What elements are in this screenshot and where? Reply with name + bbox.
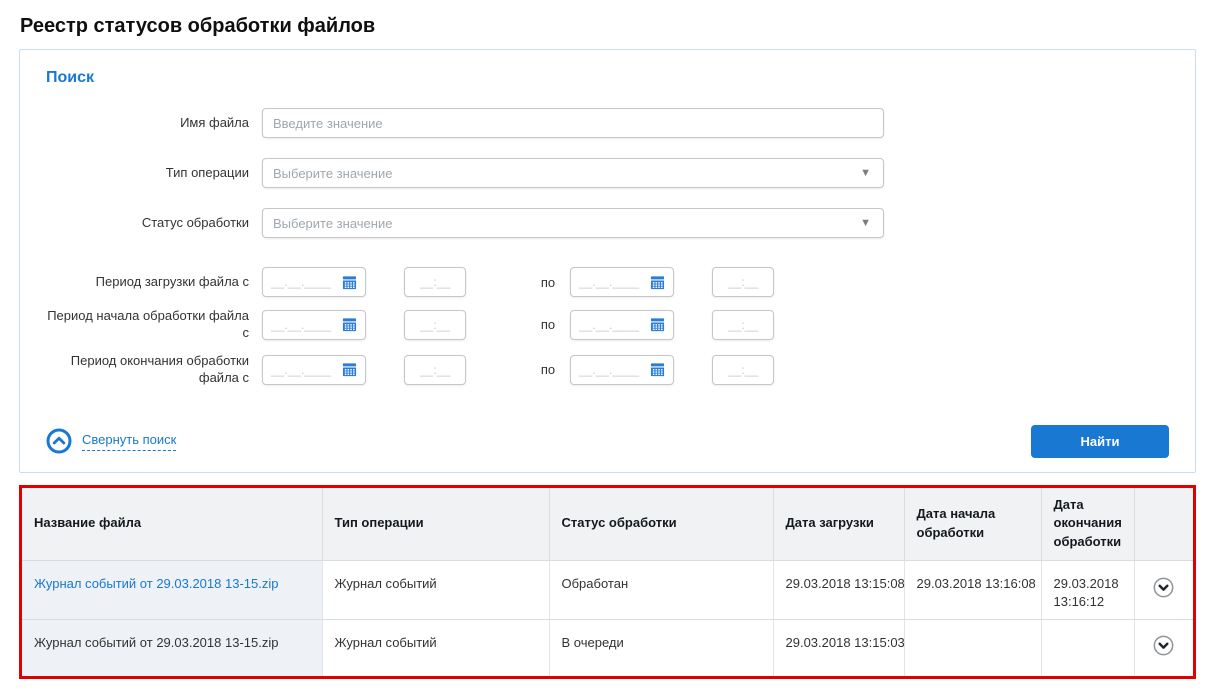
upload-time-from-field[interactable]	[404, 267, 466, 297]
page-title: Реестр статусов обработки файлов	[20, 15, 1196, 38]
circle-chevron-up-icon[interactable]	[46, 428, 72, 454]
upload-date-to-field[interactable]	[570, 267, 674, 297]
start-time-from-input[interactable]	[415, 318, 455, 332]
collapse-search-link[interactable]: Свернуть поиск	[82, 432, 176, 451]
operation-type-placeholder: Выберите значение	[273, 166, 392, 181]
cell-start-date: 29.03.2018 13:16:08	[904, 561, 1041, 620]
files-table: Название файла Тип операции Статус обраб…	[22, 488, 1193, 676]
end-time-from-input[interactable]	[415, 363, 455, 377]
upload-time-to-field[interactable]	[712, 267, 774, 297]
end-time-from-field[interactable]	[404, 355, 466, 385]
col-header-status: Статус обработки	[549, 488, 773, 561]
chevron-down-icon: ▼	[860, 218, 871, 229]
circle-chevron-down-icon	[1153, 577, 1174, 598]
end-time-to-input[interactable]	[723, 363, 763, 377]
processing-status-row: Статус обработки Выберите значение ▼	[44, 208, 1169, 238]
chevron-down-icon: ▼	[860, 168, 871, 179]
page: Реестр статусов обработки файлов Поиск И…	[0, 15, 1215, 679]
search-panel-footer: Свернуть поиск Найти	[44, 425, 1169, 458]
processing-status-placeholder: Выберите значение	[273, 216, 392, 231]
file-name-input[interactable]	[262, 108, 884, 138]
cell-upload-date: 29.03.2018 13:15:03	[773, 620, 904, 676]
start-time-to-input[interactable]	[723, 318, 763, 332]
start-date-from-input[interactable]	[271, 318, 339, 332]
cell-operation-type: Журнал событий	[322, 620, 549, 676]
end-date-from-input[interactable]	[271, 363, 339, 377]
cell-operation-type: Журнал событий	[322, 561, 549, 620]
circle-chevron-down-icon	[1153, 635, 1174, 656]
file-name-label: Имя файла	[44, 115, 249, 132]
table-header-row: Название файла Тип операции Статус обраб…	[22, 488, 1193, 561]
table-row: Журнал событий от 29.03.2018 13-15.zip Ж…	[22, 620, 1193, 676]
upload-period-label: Период загрузки файла с	[44, 274, 249, 291]
upload-date-from-input[interactable]	[271, 275, 339, 289]
upload-date-from-field[interactable]	[262, 267, 366, 297]
calendar-icon[interactable]	[342, 317, 357, 332]
end-date-to-input[interactable]	[579, 363, 647, 377]
calendar-icon[interactable]	[342, 362, 357, 377]
start-date-to-input[interactable]	[579, 318, 647, 332]
upload-date-to-input[interactable]	[579, 275, 647, 289]
cell-end-date: 29.03.2018 13:16:12	[1041, 561, 1134, 620]
cell-actions	[1134, 561, 1193, 620]
processing-status-label: Статус обработки	[44, 215, 249, 232]
start-period-row: Период начала обработки файла с по	[44, 308, 1169, 342]
cell-status: Обработан	[549, 561, 773, 620]
period-to-label: по	[528, 362, 568, 377]
period-to-label: по	[528, 317, 568, 332]
start-period-label: Период начала обработки файла с	[44, 308, 249, 342]
processing-status-select[interactable]: Выберите значение ▼	[262, 208, 884, 238]
operation-type-label: Тип операции	[44, 165, 249, 182]
file-link[interactable]: Журнал событий от 29.03.2018 13-15.zip	[34, 576, 278, 591]
col-header-upload-date: Дата загрузки	[773, 488, 904, 561]
table-row: Журнал событий от 29.03.2018 13-15.zip Ж…	[22, 561, 1193, 620]
upload-time-from-input[interactable]	[415, 275, 455, 289]
period-to-label: по	[528, 275, 568, 290]
results-table-highlighted: Название файла Тип операции Статус обраб…	[19, 485, 1196, 679]
search-panel: Поиск Имя файла Тип операции Выберите зн…	[19, 49, 1196, 473]
calendar-icon[interactable]	[650, 275, 665, 290]
collapse-search-control[interactable]: Свернуть поиск	[46, 428, 176, 454]
start-date-to-field[interactable]	[570, 310, 674, 340]
cell-status: В очереди	[549, 620, 773, 676]
col-header-end-date: Дата окончания обработки	[1041, 488, 1134, 561]
cell-end-date	[1041, 620, 1134, 676]
calendar-icon[interactable]	[342, 275, 357, 290]
cell-actions	[1134, 620, 1193, 676]
col-header-operation-type: Тип операции	[322, 488, 549, 561]
find-button[interactable]: Найти	[1031, 425, 1169, 458]
col-header-actions	[1134, 488, 1193, 561]
start-time-to-field[interactable]	[712, 310, 774, 340]
end-date-from-field[interactable]	[262, 355, 366, 385]
end-period-row: Период окончания обработки файла с по	[44, 353, 1169, 387]
end-period-label: Период окончания обработки файла с	[44, 353, 249, 387]
cell-upload-date: 29.03.2018 13:15:08	[773, 561, 904, 620]
file-name-text: Журнал событий от 29.03.2018 13-15.zip	[34, 635, 278, 650]
upload-period-row: Период загрузки файла с по	[44, 267, 1169, 297]
operation-type-select[interactable]: Выберите значение ▼	[262, 158, 884, 188]
start-time-from-field[interactable]	[404, 310, 466, 340]
cell-start-date	[904, 620, 1041, 676]
expand-row-button[interactable]	[1153, 635, 1174, 656]
search-panel-title: Поиск	[46, 69, 1169, 87]
upload-time-to-input[interactable]	[723, 275, 763, 289]
cell-file-name: Журнал событий от 29.03.2018 13-15.zip	[22, 620, 322, 676]
file-name-row: Имя файла	[44, 108, 1169, 138]
start-date-from-field[interactable]	[262, 310, 366, 340]
expand-row-button[interactable]	[1153, 577, 1174, 598]
calendar-icon[interactable]	[650, 317, 665, 332]
col-header-start-date: Дата начала обработки	[904, 488, 1041, 561]
calendar-icon[interactable]	[650, 362, 665, 377]
end-time-to-field[interactable]	[712, 355, 774, 385]
operation-type-row: Тип операции Выберите значение ▼	[44, 158, 1169, 188]
col-header-file-name: Название файла	[22, 488, 322, 561]
end-date-to-field[interactable]	[570, 355, 674, 385]
cell-file-name: Журнал событий от 29.03.2018 13-15.zip	[22, 561, 322, 620]
